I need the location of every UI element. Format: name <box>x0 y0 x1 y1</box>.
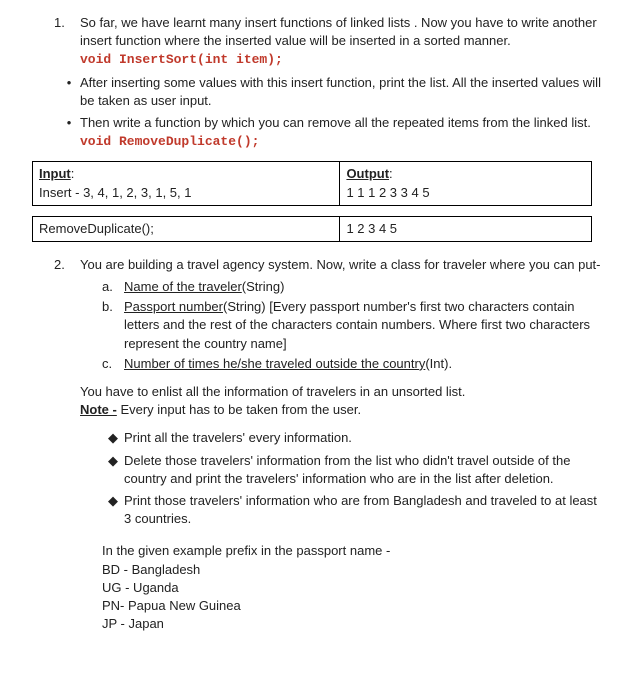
q2-b-u: Passport number <box>124 299 223 314</box>
q2-diamond-list: ◆ Print all the travelers' every informa… <box>102 429 606 528</box>
table-row: Input: Insert - 3, 4, 1, 2, 3, 1, 5, 1 O… <box>33 162 592 205</box>
q2-sublist: a. Name of the traveler(String) b. Passp… <box>102 278 606 373</box>
q2-c-u: Number of times he/she traveled outside … <box>124 356 425 371</box>
bullet-icon: • <box>58 114 80 151</box>
q1-bullet2: • Then write a function by which you can… <box>58 114 606 151</box>
q2-c-rest: (Int). <box>425 356 452 371</box>
q2-d3: ◆ Print those travelers' information who… <box>102 492 606 528</box>
prefix-ug: UG - Uganda <box>102 579 606 597</box>
q1-intro: So far, we have learnt many insert funct… <box>80 15 597 48</box>
q2-a-body: Name of the traveler(String) <box>124 278 284 296</box>
q2-c: c. Number of times he/she traveled outsi… <box>102 355 606 373</box>
note-label: Note - <box>80 402 117 417</box>
io-table-2: RemoveDuplicate(); 1 2 3 4 5 <box>32 216 592 242</box>
output-value: 1 1 1 2 3 3 4 5 <box>346 185 429 200</box>
input-value: RemoveDuplicate(); <box>39 221 154 236</box>
q1-number: 1. <box>54 14 80 70</box>
prefix-jp: JP - Japan <box>102 615 606 633</box>
q2-intro: You are building a travel agency system.… <box>80 256 601 274</box>
diamond-icon: ◆ <box>102 452 124 488</box>
q2-d1-text: Print all the travelers' every informati… <box>124 429 352 447</box>
abc-mark-c: c. <box>102 355 124 373</box>
table-row: RemoveDuplicate(); 1 2 3 4 5 <box>33 216 592 241</box>
q2-item: 2. You are building a travel agency syst… <box>54 256 606 274</box>
input-cell: Input: Insert - 3, 4, 1, 2, 3, 1, 5, 1 <box>33 162 340 205</box>
diamond-icon: ◆ <box>102 429 124 447</box>
q2-d2: ◆ Delete those travelers' information fr… <box>102 452 606 488</box>
abc-mark-b: b. <box>102 298 124 353</box>
q2-a-u: Name of the traveler <box>124 279 242 294</box>
prefix-pn: PN- Papua New Guinea <box>102 597 606 615</box>
q2-d3-text: Print those travelers' information who a… <box>124 492 606 528</box>
output-cell: 1 2 3 4 5 <box>340 216 592 241</box>
note-text: Every input has to be taken from the use… <box>117 402 361 417</box>
diamond-icon: ◆ <box>102 492 124 528</box>
output-cell: Output: 1 1 1 2 3 3 4 5 <box>340 162 592 205</box>
q2-a-rest: (String) <box>242 279 285 294</box>
q1-bullet2-body: Then write a function by which you can r… <box>80 114 591 151</box>
prefix-block: In the given example prefix in the passp… <box>102 542 606 633</box>
q2-b: b. Passport number(String) [Every passpo… <box>102 298 606 353</box>
input-label: Input <box>39 166 71 181</box>
q1-bullet2-text: Then write a function by which you can r… <box>80 115 591 130</box>
q2-b-body: Passport number(String) [Every passport … <box>124 298 606 353</box>
bullet-icon: • <box>58 74 80 110</box>
q2-para: You have to enlist all the information o… <box>80 383 606 419</box>
q1-item: 1. So far, we have learnt many insert fu… <box>54 14 606 70</box>
q2-para1: You have to enlist all the information o… <box>80 384 465 399</box>
q2-d2-text: Delete those travelers' information from… <box>124 452 606 488</box>
output-label: Output <box>346 166 389 181</box>
q1-code2: void RemoveDuplicate(); <box>80 134 259 149</box>
prefix-intro: In the given example prefix in the passp… <box>102 542 606 560</box>
q2-c-body: Number of times he/she traveled outside … <box>124 355 452 373</box>
io-table-1: Input: Insert - 3, 4, 1, 2, 3, 1, 5, 1 O… <box>32 161 592 205</box>
q1-body: So far, we have learnt many insert funct… <box>80 14 606 70</box>
q1-code1: void InsertSort(int item); <box>80 52 283 67</box>
output-value: 1 2 3 4 5 <box>346 221 397 236</box>
abc-mark-a: a. <box>102 278 124 296</box>
input-value: Insert - 3, 4, 1, 2, 3, 1, 5, 1 <box>39 185 191 200</box>
q1-bullet1: • After inserting some values with this … <box>58 74 606 110</box>
q2-a: a. Name of the traveler(String) <box>102 278 606 296</box>
q1-bullet1-text: After inserting some values with this in… <box>80 74 606 110</box>
input-cell: RemoveDuplicate(); <box>33 216 340 241</box>
prefix-bd: BD - Bangladesh <box>102 561 606 579</box>
q2-d1: ◆ Print all the travelers' every informa… <box>102 429 606 447</box>
q2-number: 2. <box>54 256 80 274</box>
